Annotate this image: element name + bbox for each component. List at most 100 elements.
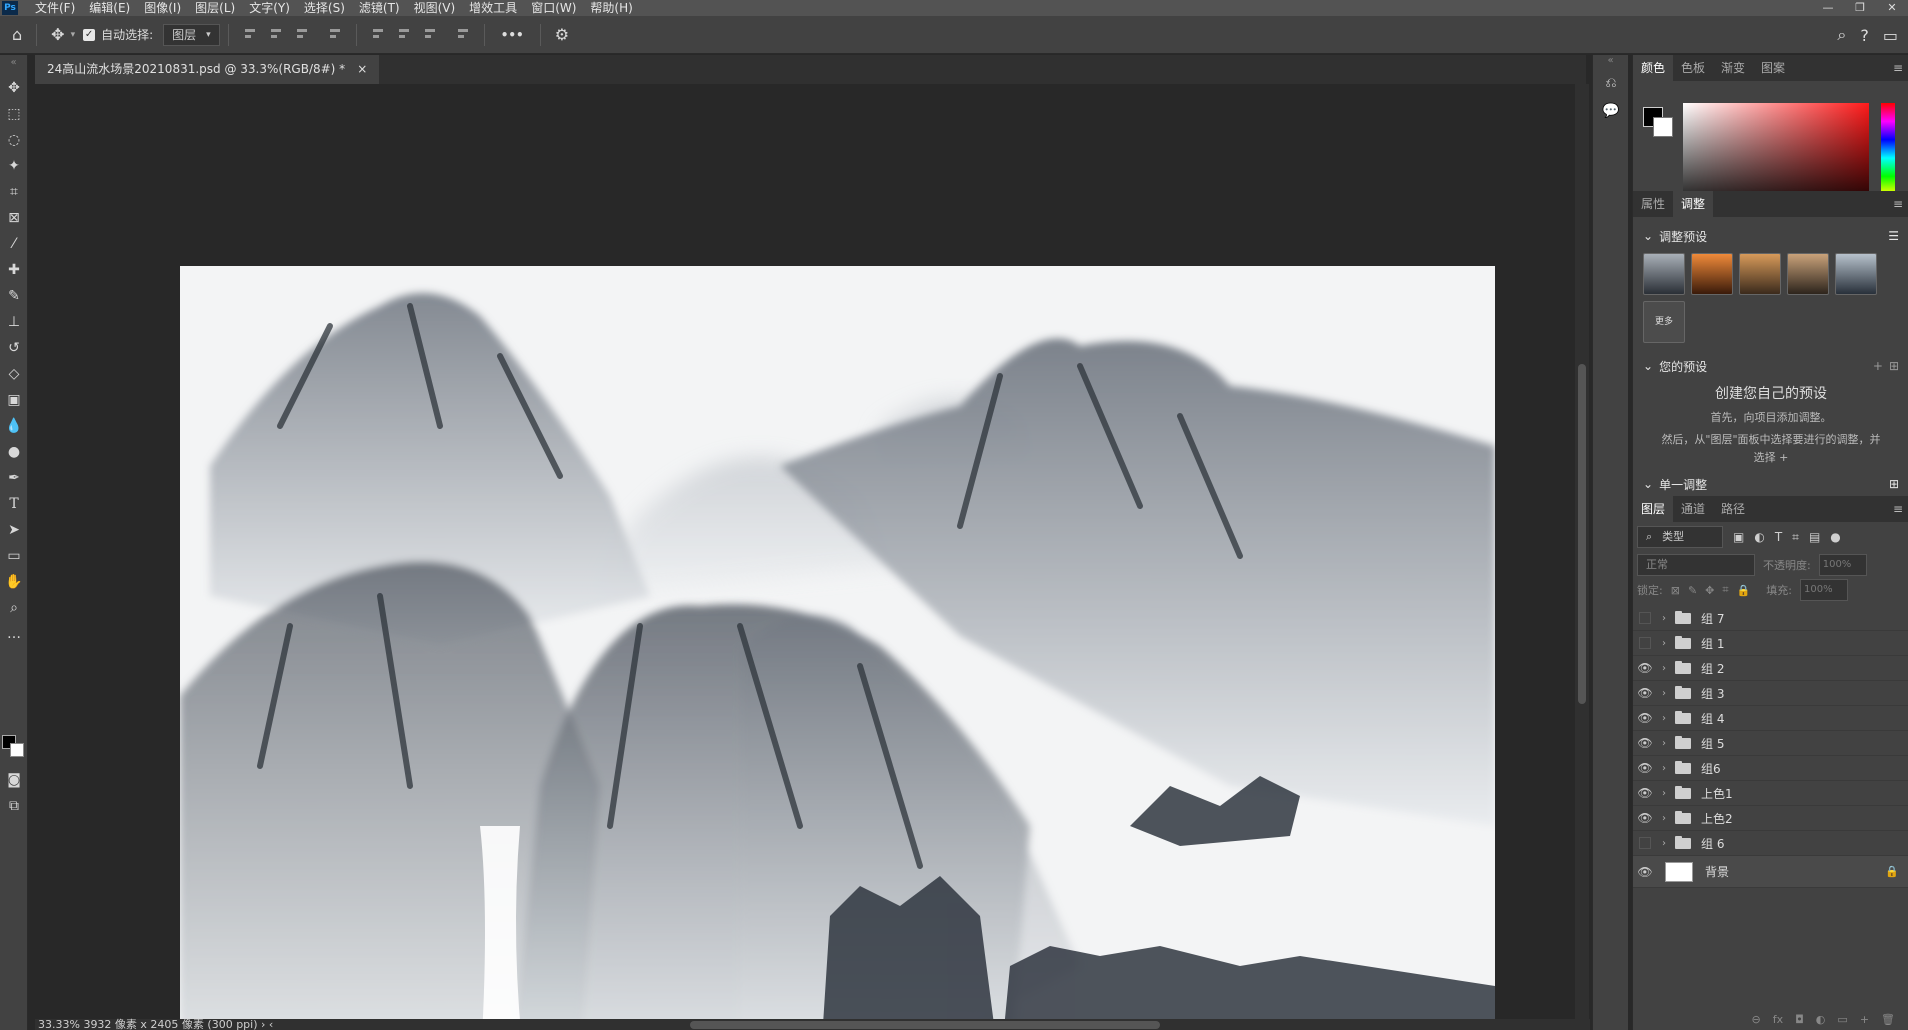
close-tab-button[interactable]: ×: [357, 55, 367, 84]
chevron-right-icon[interactable]: ›: [1657, 763, 1671, 774]
panel-menu-icon[interactable]: ≡: [1887, 496, 1908, 522]
crop-tool-icon[interactable]: ⌗: [0, 179, 28, 205]
new-layer-icon[interactable]: +: [1860, 1013, 1869, 1026]
distribute-vertical-icon[interactable]: [327, 27, 343, 43]
preset-thumb[interactable]: [1739, 253, 1781, 295]
move-tool-icon[interactable]: ✥: [51, 25, 64, 44]
history-brush-tool-icon[interactable]: ↺: [0, 335, 28, 361]
chevron-right-icon[interactable]: ›: [1657, 788, 1671, 799]
gradient-tool-icon[interactable]: ▣: [0, 387, 28, 413]
eye-icon[interactable]: 👁: [1633, 761, 1657, 775]
expand-icon[interactable]: «: [1593, 55, 1628, 69]
filter-type-dropdown[interactable]: ⌕ 类型: [1637, 526, 1723, 548]
layer-row[interactable]: 👁 › 上色1: [1633, 781, 1908, 806]
more-presets-button[interactable]: 更多: [1643, 301, 1685, 343]
search-icon[interactable]: ⌕: [1837, 25, 1846, 45]
path-selection-tool-icon[interactable]: ➤: [0, 517, 28, 543]
screen-mode-icon[interactable]: ⧉: [0, 793, 28, 819]
history-panel-icon[interactable]: ⎌: [1593, 69, 1629, 97]
type-filter-icon[interactable]: T: [1775, 530, 1782, 544]
tab-swatches[interactable]: 色板: [1673, 55, 1713, 81]
tab-color[interactable]: 颜色: [1633, 55, 1674, 81]
fx-icon[interactable]: fx: [1773, 1013, 1783, 1026]
opacity-input[interactable]: 100%: [1818, 554, 1867, 576]
align-left-icon[interactable]: [242, 27, 258, 43]
document-tab[interactable]: 24高山流水场景20210831.psd @ 33.3%(RGB/8#) * ×: [35, 55, 380, 84]
lasso-tool-icon[interactable]: ◌: [0, 127, 28, 153]
align-right-icon[interactable]: [294, 27, 310, 43]
align-center-icon[interactable]: [268, 27, 284, 43]
chevron-right-icon[interactable]: ›: [1657, 838, 1671, 849]
chevron-right-icon[interactable]: ›: [1657, 813, 1671, 824]
tab-paths[interactable]: 路径: [1713, 496, 1753, 522]
type-tool-icon[interactable]: T: [0, 491, 28, 517]
ink-landscape-artwork[interactable]: [180, 266, 1495, 1030]
comments-panel-icon[interactable]: 💬: [1593, 97, 1629, 125]
layer-row[interactable]: 👁 › 组 2: [1633, 656, 1908, 681]
eye-icon[interactable]: 👁: [1633, 686, 1657, 700]
menu-item[interactable]: 选择(S): [297, 0, 352, 16]
fill-input[interactable]: 100%: [1800, 579, 1848, 601]
layer-row[interactable]: › 组 7: [1633, 606, 1908, 631]
hand-tool-icon[interactable]: ✋: [0, 569, 28, 595]
zoom-tool-icon[interactable]: ⌕: [0, 595, 28, 621]
lock-pixels-icon[interactable]: ✎: [1688, 584, 1697, 597]
chevron-right-icon[interactable]: ›: [1657, 738, 1671, 749]
layer-row[interactable]: › 组 1: [1633, 631, 1908, 656]
distribute-horizontal-icon[interactable]: [455, 27, 471, 43]
layer-row[interactable]: 👁 › 组 5: [1633, 731, 1908, 756]
eye-icon[interactable]: 👁: [1633, 711, 1657, 725]
chevron-right-icon[interactable]: ›: [1657, 688, 1671, 699]
eye-icon[interactable]: 👁: [1633, 736, 1657, 750]
eyedropper-tool-icon[interactable]: ⁄: [0, 231, 28, 257]
tab-adjustments[interactable]: 调整: [1673, 191, 1714, 217]
eye-icon[interactable]: 👁: [1633, 865, 1657, 879]
menu-item[interactable]: 图像(I): [137, 0, 188, 16]
pen-tool-icon[interactable]: ✒: [0, 465, 28, 491]
horizontal-scroll-thumb[interactable]: [690, 1021, 1160, 1029]
new-group-icon[interactable]: ▭: [1837, 1013, 1847, 1026]
presets-header[interactable]: ⌄ 调整预设 ☰: [1633, 223, 1908, 249]
blur-tool-icon[interactable]: 💧: [0, 413, 28, 439]
layer-row[interactable]: › 组 6: [1633, 831, 1908, 856]
vertical-scrollbar[interactable]: [1575, 84, 1589, 1019]
tab-channels[interactable]: 通道: [1673, 496, 1713, 522]
gear-icon[interactable]: ⚙: [555, 25, 569, 44]
stamp-tool-icon[interactable]: ⊥: [0, 309, 28, 335]
menu-item[interactable]: 视图(V): [407, 0, 463, 16]
quick-mask-icon[interactable]: ◙: [0, 767, 28, 793]
background-layer-row[interactable]: 👁 背景 🔒: [1633, 856, 1908, 888]
menu-item[interactable]: 文件(F): [28, 0, 82, 16]
menu-item[interactable]: 编辑(E): [82, 0, 137, 16]
tab-gradients[interactable]: 渐变: [1713, 55, 1753, 81]
visibility-off-icon[interactable]: [1639, 637, 1651, 649]
panel-menu-icon[interactable]: ≡: [1887, 55, 1908, 81]
single-adjust-header[interactable]: ⌄ 单一调整 ⊞: [1633, 471, 1908, 497]
chevron-down-icon[interactable]: ▾: [71, 30, 76, 40]
visibility-off-icon[interactable]: [1639, 612, 1651, 624]
collapse-icon[interactable]: «: [0, 55, 27, 75]
smart-object-filter-icon[interactable]: ▤: [1809, 530, 1820, 544]
lock-all-icon[interactable]: 🔒: [1737, 584, 1751, 597]
magic-wand-tool-icon[interactable]: ✦: [0, 153, 28, 179]
layer-row[interactable]: 👁 › 上色2: [1633, 806, 1908, 831]
layer-row[interactable]: 👁 › 组6: [1633, 756, 1908, 781]
menu-item[interactable]: 图层(L): [188, 0, 242, 16]
link-layers-icon[interactable]: ⊖: [1751, 1013, 1760, 1026]
healing-brush-tool-icon[interactable]: ✚: [0, 257, 28, 283]
preset-thumb[interactable]: [1787, 253, 1829, 295]
scroll-thumb[interactable]: [1578, 364, 1586, 704]
close-window-button[interactable]: ✕: [1876, 0, 1908, 16]
background-color-swatch[interactable]: [10, 743, 24, 757]
mask-icon[interactable]: ◘: [1795, 1013, 1804, 1026]
add-icon[interactable]: +: [1873, 359, 1883, 373]
background-color-chip[interactable]: [1653, 117, 1673, 137]
move-tool-icon[interactable]: ✥: [0, 75, 28, 101]
preset-thumb[interactable]: [1835, 253, 1877, 295]
layer-row[interactable]: 👁 › 组 4: [1633, 706, 1908, 731]
grid-view-icon[interactable]: ⊞: [1889, 359, 1899, 373]
grid-view-icon[interactable]: ⊞: [1889, 477, 1899, 491]
restore-button[interactable]: ❐: [1844, 0, 1876, 16]
eraser-tool-icon[interactable]: ◇: [0, 361, 28, 387]
preset-thumb[interactable]: [1691, 253, 1733, 295]
